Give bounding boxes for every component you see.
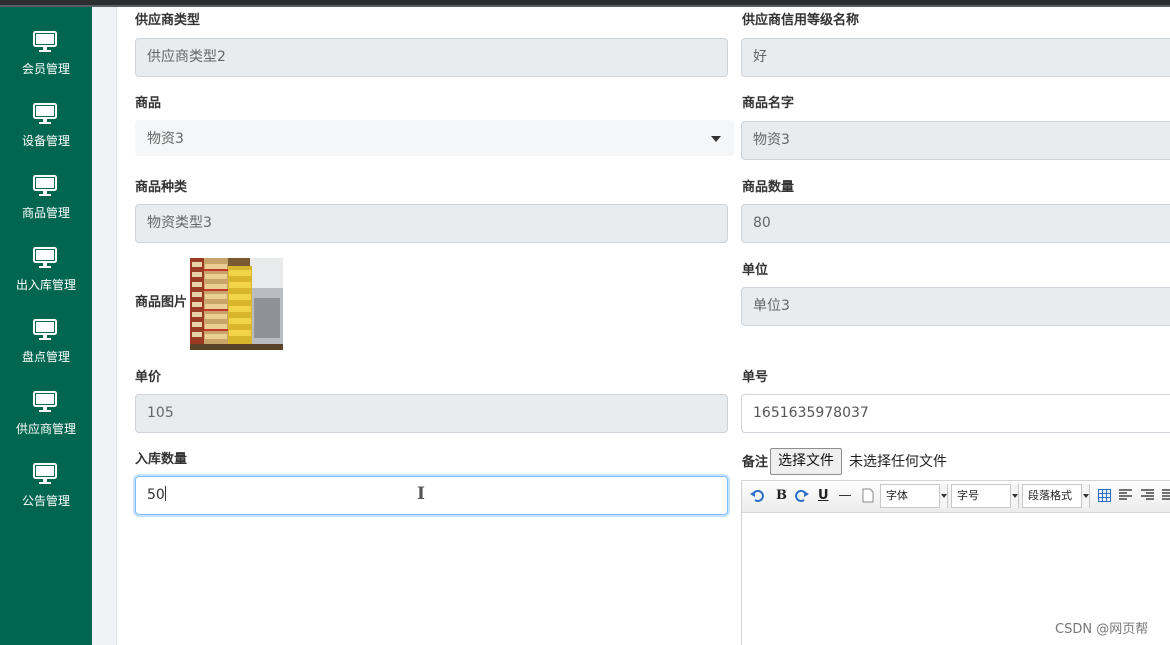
table-icon[interactable] <box>1098 489 1111 502</box>
sidebar-item-goods[interactable]: 商品管理 <box>0 159 92 229</box>
goods-category-field[interactable]: 物资类型3 <box>135 204 728 243</box>
remark-label: 备注 <box>742 455 769 470</box>
font-size-select[interactable]: 字号 <box>951 484 1019 508</box>
supplier-credit-field[interactable]: 好 <box>741 38 1170 77</box>
sidebar-item-suppliers[interactable]: 供应商管理 <box>0 375 92 445</box>
align-justify-icon[interactable] <box>1162 489 1170 501</box>
chevron-down-icon <box>711 136 721 142</box>
document-icon[interactable] <box>862 488 874 503</box>
sidebar-item-members[interactable]: 会员管理 <box>0 15 92 85</box>
editor-toolbar: B U 字体 字号 段落格式 <box>742 481 1170 513</box>
supplier-type-label: 供应商类型 <box>135 13 201 28</box>
ibeam-cursor-icon: I <box>417 484 425 504</box>
undo-icon[interactable] <box>750 489 764 503</box>
text-caret <box>164 486 166 501</box>
browser-top-strip <box>0 0 1170 7</box>
choose-file-button[interactable]: 选择文件 <box>770 448 842 475</box>
content-gutter <box>92 7 117 645</box>
supplier-credit-label: 供应商信用等级名称 <box>742 13 860 28</box>
order-no-field[interactable]: 1651635978037 <box>741 394 1170 433</box>
font-family-value: 字体 <box>886 489 908 502</box>
sidebar-item-label: 公告管理 <box>21 494 70 508</box>
sidebar-item-label: 出入库管理 <box>15 278 76 292</box>
monitor-icon <box>33 391 57 412</box>
order-no-label: 单号 <box>742 370 769 385</box>
goods-select[interactable]: 物资3 <box>135 120 734 156</box>
unit-label: 单位 <box>742 263 769 278</box>
unit-price-label: 单价 <box>135 370 162 385</box>
font-size-value: 字号 <box>957 489 979 502</box>
file-status-text: 未选择任何文件 <box>849 454 947 470</box>
sidebar: 会员管理 设备管理 商品管理 出入库管理 盘点管理 供应商管理 公告管理 <box>0 7 92 645</box>
warehouse-photo <box>190 258 283 350</box>
watermark: CSDN @网页帮 <box>1055 622 1149 637</box>
align-right-icon[interactable] <box>1141 489 1154 501</box>
goods-name-label: 商品名字 <box>742 96 795 111</box>
sidebar-item-devices[interactable]: 设备管理 <box>0 87 92 157</box>
unit-field[interactable]: 单位3 <box>741 287 1170 326</box>
sidebar-item-label: 商品管理 <box>21 206 70 220</box>
sidebar-item-stocktake[interactable]: 盘点管理 <box>0 303 92 373</box>
monitor-icon <box>33 103 57 124</box>
monitor-icon <box>33 247 57 268</box>
goods-image-label: 商品图片 <box>135 295 188 310</box>
goods-image-thumbnail[interactable] <box>190 258 283 350</box>
inbound-qty-input[interactable]: 50 <box>135 476 728 515</box>
sidebar-item-label: 会员管理 <box>21 62 70 76</box>
supplier-type-field[interactable]: 供应商类型2 <box>135 38 728 77</box>
paragraph-format-select[interactable]: 段落格式 <box>1022 484 1090 508</box>
redo-icon[interactable] <box>795 489 809 503</box>
monitor-icon <box>33 463 57 484</box>
sidebar-item-label: 设备管理 <box>21 134 70 148</box>
inbound-qty-value: 50 <box>147 487 165 503</box>
bold-button[interactable]: B <box>776 488 787 504</box>
goods-quantity-label: 商品数量 <box>742 180 795 195</box>
inbound-qty-label: 入库数量 <box>135 452 188 467</box>
paragraph-format-value: 段落格式 <box>1028 489 1072 502</box>
goods-select-value: 物资3 <box>147 131 184 147</box>
monitor-icon <box>33 31 57 52</box>
sidebar-item-label: 供应商管理 <box>15 422 76 436</box>
font-family-select[interactable]: 字体 <box>880 484 948 508</box>
goods-quantity-field[interactable]: 80 <box>741 204 1170 243</box>
monitor-icon <box>33 175 57 196</box>
horizontal-rule-icon[interactable] <box>839 495 851 496</box>
goods-category-label: 商品种类 <box>135 180 188 195</box>
unit-price-field[interactable]: 105 <box>135 394 728 433</box>
sidebar-item-inventory-io[interactable]: 出入库管理 <box>0 231 92 301</box>
underline-button[interactable]: U <box>818 488 829 504</box>
goods-label: 商品 <box>135 96 162 111</box>
goods-name-field[interactable]: 物资3 <box>741 121 1170 160</box>
sidebar-item-label: 盘点管理 <box>21 350 70 364</box>
sidebar-item-announcements[interactable]: 公告管理 <box>0 447 92 517</box>
align-left-icon[interactable] <box>1119 489 1132 501</box>
monitor-icon <box>33 319 57 340</box>
